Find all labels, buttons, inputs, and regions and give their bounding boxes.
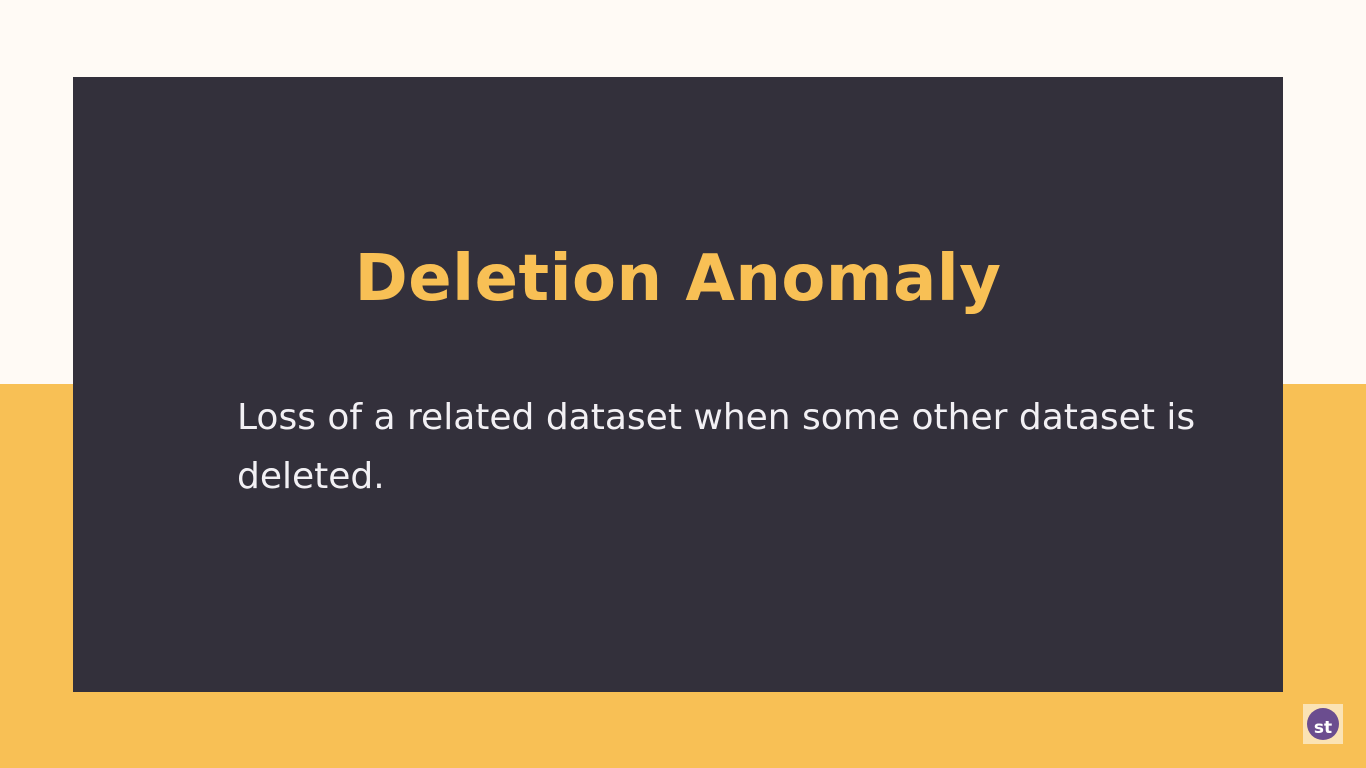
slide-body-text: Loss of a related dataset when some othe… bbox=[237, 397, 1196, 497]
logo-text: st bbox=[1307, 708, 1339, 740]
slide-card: Deletion Anomaly bbox=[73, 77, 1283, 692]
slide-title: Deletion Anomaly bbox=[354, 242, 1002, 316]
channel-logo-icon: st bbox=[1303, 704, 1343, 744]
